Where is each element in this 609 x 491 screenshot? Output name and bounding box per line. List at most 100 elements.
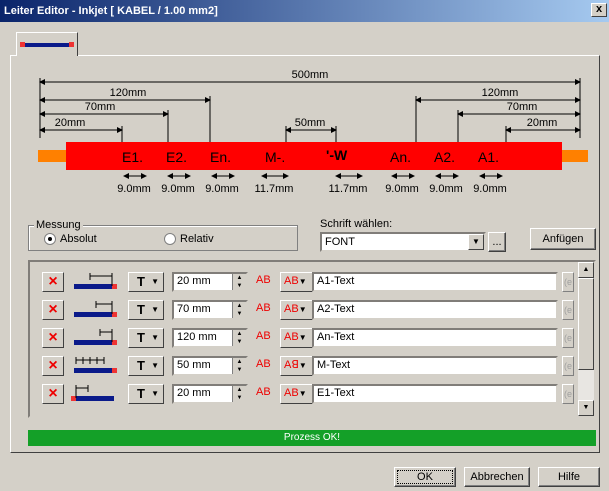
position-end-left-icon[interactable]	[70, 384, 118, 406]
width-label-3: 9.0mm	[205, 183, 239, 195]
spinner-icon: ▲ ▼	[232, 302, 246, 318]
spinner-icon: ▲ ▼	[232, 386, 246, 402]
spinner-icon: ▲ ▼	[232, 274, 246, 290]
ab-orientation-dropdown[interactable]: AB▼	[280, 328, 314, 348]
radio-absolute[interactable]: Absolut	[44, 233, 97, 245]
ab-normal-toggle[interactable]: AB	[256, 302, 271, 314]
title-bar: Leiter Editor - Inkjet [ KABEL / 1.00 mm…	[0, 0, 609, 22]
distance-input[interactable]: 120 mm ▲ ▼	[172, 328, 248, 348]
radio-absolute-dot[interactable]	[44, 233, 56, 245]
width-label-5: 11.7mm	[329, 183, 368, 195]
radio-relative[interactable]: Relativ	[164, 233, 214, 245]
width-label-6: 9.0mm	[385, 183, 419, 195]
cable-label-en: En.	[210, 149, 231, 165]
edit-button[interactable]: (e	[562, 384, 574, 404]
dim-left-120: 120mm	[110, 87, 147, 99]
cable-icon	[20, 42, 74, 47]
distance-input[interactable]: 20 mm ▲ ▼	[172, 272, 248, 292]
distance-input[interactable]: 70 mm ▲ ▼	[172, 300, 248, 320]
distance-input[interactable]: 50 mm ▲ ▼	[172, 356, 248, 376]
cable-label-e1: E1.	[122, 149, 143, 165]
status-bar: Prozess OK!	[28, 430, 596, 446]
delete-button[interactable]: ×	[42, 356, 64, 376]
text-style-button[interactable]: T ▼	[128, 300, 164, 320]
scroll-thumb[interactable]	[578, 278, 594, 370]
dim-middle: 50mm	[295, 117, 326, 129]
ab-normal-toggle[interactable]: AB	[256, 358, 271, 370]
ok-button[interactable]: OK	[394, 467, 456, 487]
cable-label-an: An.	[390, 149, 411, 165]
position-middle-icon[interactable]	[70, 356, 118, 378]
distance-input[interactable]: 20 mm ▲ ▼	[172, 384, 248, 404]
label-text-input[interactable]: E1-Text	[312, 384, 558, 404]
tab-cable-layout[interactable]	[16, 32, 78, 56]
radio-relative-dot[interactable]	[164, 233, 176, 245]
cable-label-e2: E2.	[166, 149, 187, 165]
font-label: Schrift wählen:	[320, 218, 393, 230]
delete-button[interactable]: ×	[42, 328, 64, 348]
label-text-input[interactable]: An-Text	[312, 328, 558, 348]
append-button[interactable]: Anfügen	[530, 228, 596, 250]
width-label-4: 11.7mm	[255, 183, 294, 195]
ab-orientation-dropdown[interactable]: Aꓭ▼	[280, 356, 314, 376]
list-item: × T ▼ 20 mm ▲ ▼ AB AB▼ E1-Text (e	[30, 382, 580, 408]
cable-label-a1: A1.	[478, 149, 499, 165]
delete-button[interactable]: ×	[42, 384, 64, 404]
width-label-7: 9.0mm	[429, 183, 463, 195]
dim-right-20: 20mm	[527, 117, 558, 129]
radio-absolute-label: Absolut	[60, 233, 97, 245]
edit-button[interactable]: (e	[562, 272, 574, 292]
list-item: × T ▼ 120 mm ▲ ▼ AB AB▼ An-Text (e	[30, 326, 580, 352]
dim-left-70: 70mm	[85, 101, 116, 113]
width-label-2: 9.0mm	[161, 183, 195, 195]
radio-relative-label: Relativ	[180, 233, 214, 245]
position-end-right-icon[interactable]	[70, 300, 118, 322]
ab-orientation-dropdown[interactable]: AB▼	[280, 272, 314, 292]
cable-label-a2: A2.	[434, 149, 455, 165]
scroll-down-icon[interactable]: ▼	[578, 400, 594, 416]
position-end-right-icon[interactable]	[70, 328, 118, 350]
font-select-value: FONT	[325, 236, 355, 248]
spinner-icon: ▲ ▼	[232, 330, 246, 346]
spinner-icon: ▲ ▼	[232, 358, 246, 374]
list-item: × T ▼ 20 mm ▲ ▼ AB AB▼ A1-Text (e	[30, 270, 580, 296]
chevron-down-icon[interactable]: ▼	[468, 234, 484, 250]
edit-button[interactable]: (e	[562, 356, 574, 376]
ab-normal-toggle[interactable]: AB	[256, 330, 271, 342]
width-label-8: 9.0mm	[473, 183, 507, 195]
delete-button[interactable]: ×	[42, 300, 64, 320]
ab-normal-toggle[interactable]: AB	[256, 386, 271, 398]
label-text-input[interactable]: A1-Text	[312, 272, 558, 292]
list-item: × T ▼ 50 mm ▲ ▼ AB Aꓭ▼ M-Text (e	[30, 354, 580, 380]
window-title: Leiter Editor - Inkjet [ KABEL / 1.00 mm…	[4, 5, 218, 17]
width-label-1: 9.0mm	[117, 183, 151, 195]
position-end-right-icon[interactable]	[70, 272, 118, 294]
cancel-button[interactable]: Abbrechen	[464, 467, 530, 487]
dim-total: 500mm	[292, 69, 329, 81]
help-button[interactable]: Hilfe	[538, 467, 600, 487]
cable-end-left	[38, 150, 66, 162]
cable-label-w: '-W	[326, 147, 348, 163]
ab-normal-toggle[interactable]: AB	[256, 274, 271, 286]
edit-button[interactable]: (e	[562, 328, 574, 348]
rows-scrollbar[interactable]: ▲ ▼	[578, 262, 594, 416]
list-item: × T ▼ 70 mm ▲ ▼ AB AB▼ A2-Text (e	[30, 298, 580, 324]
font-browse-button[interactable]: ...	[488, 232, 506, 252]
ab-orientation-dropdown[interactable]: AB▼	[280, 384, 314, 404]
ab-orientation-dropdown[interactable]: AB▼	[280, 300, 314, 320]
text-style-button[interactable]: T ▼	[128, 328, 164, 348]
delete-button[interactable]: ×	[42, 272, 64, 292]
cable-end-right	[562, 150, 588, 162]
label-text-input[interactable]: A2-Text	[312, 300, 558, 320]
label-text-input[interactable]: M-Text	[312, 356, 558, 376]
edit-button[interactable]: (e	[562, 300, 574, 320]
cable-diagram: 500mm 120mm 70mm 20mm 120mm 70mm 20mm 50…	[38, 69, 588, 195]
dim-right-120: 120mm	[482, 87, 519, 99]
font-select[interactable]: FONT ▼	[320, 232, 486, 252]
scroll-up-icon[interactable]: ▲	[578, 262, 594, 278]
text-style-button[interactable]: T ▼	[128, 272, 164, 292]
close-button[interactable]: x	[591, 3, 607, 17]
text-style-button[interactable]: T ▼	[128, 384, 164, 404]
text-style-button[interactable]: T ▼	[128, 356, 164, 376]
dim-left-20: 20mm	[55, 117, 86, 129]
